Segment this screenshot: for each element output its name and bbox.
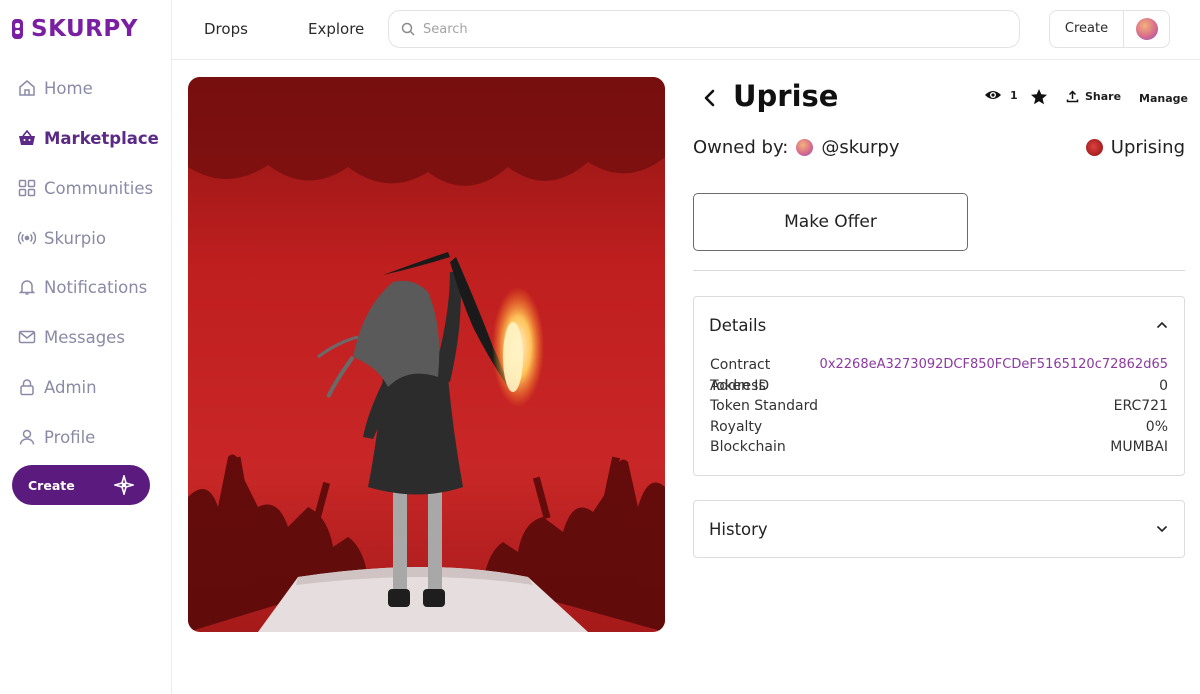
detail-row-token-standard: Token Standard ERC721 (694, 396, 1184, 417)
user-icon (19, 429, 35, 445)
top-actions: Create (1049, 10, 1170, 48)
sidebar-item-home[interactable]: Home (18, 75, 93, 101)
owner-avatar (796, 139, 814, 156)
sidebar-item-admin[interactable]: Admin (18, 374, 97, 400)
search-input[interactable] (423, 21, 983, 37)
sidebar-item-marketplace[interactable]: Marketplace (18, 125, 159, 151)
share-button[interactable]: Share (1066, 90, 1121, 103)
owned-by-label: Owned by: (693, 137, 789, 158)
owner-handle[interactable]: @skurpy (821, 137, 899, 158)
collection-avatar (1085, 139, 1103, 156)
detail-row-token-id: Token ID 0 (694, 376, 1184, 397)
detail-label: Token ID (710, 377, 770, 394)
sidebar-item-skurpio[interactable]: Skurpio (18, 225, 106, 251)
detail-row-contract: Contract Address 0x2268eA3273092DCF850FC… (694, 355, 1184, 394)
sidebar-item-profile[interactable]: Profile (18, 424, 95, 450)
detail-value: MUMBAI (1110, 439, 1168, 455)
sidebar-create-label: Create (28, 477, 75, 493)
detail-label: Contract Address (710, 357, 771, 394)
sidebar-item-messages[interactable]: Messages (18, 324, 125, 350)
sidebar-item-label: Profile (44, 427, 96, 447)
eye-icon (985, 91, 1001, 99)
nav-link-drops[interactable]: Drops (204, 20, 248, 38)
artwork-illustration (188, 77, 665, 632)
collection-link[interactable]: Uprising (1085, 137, 1185, 158)
view-count-value: 1 (1010, 88, 1018, 102)
detail-value: 0 (1159, 377, 1168, 394)
mail-icon (18, 330, 36, 344)
history-header[interactable]: History (694, 501, 1184, 557)
share-label: Share (1085, 90, 1122, 103)
favorite-star-icon[interactable] (1030, 88, 1048, 106)
brand-name: SKURPY (31, 16, 138, 42)
user-avatar[interactable] (1136, 18, 1158, 40)
sidebar-item-label: Communities (44, 178, 154, 198)
nav-link-explore[interactable]: Explore (308, 20, 364, 38)
topbar: Drops Explore Create (172, 0, 1200, 60)
sidebar-item-label: Messages (44, 327, 125, 347)
back-arrow-icon[interactable] (698, 86, 722, 110)
detail-label: Blockchain (710, 439, 786, 455)
chevron-down-icon (1156, 525, 1168, 533)
manage-button[interactable]: Manage (1139, 92, 1188, 105)
detail-value: 0% (1145, 418, 1168, 435)
top-create-button[interactable]: Create (1050, 11, 1124, 47)
make-offer-button[interactable]: Make Offer (693, 193, 968, 251)
detail-row-blockchain: Blockchain MUMBAI (694, 437, 1184, 458)
nft-title: Uprise (733, 79, 839, 113)
view-count: 1 (984, 88, 1018, 102)
sidebar-item-label: Notifications (44, 277, 148, 297)
bell-icon (18, 280, 36, 295)
logo[interactable]: SKURPY (10, 16, 138, 42)
detail-label: Royalty (710, 418, 763, 435)
collection-name: Uprising (1110, 137, 1185, 158)
sidebar-item-label: Home (44, 78, 93, 98)
home-icon (19, 80, 35, 96)
history-panel: History (693, 500, 1185, 558)
app-root: SKURPY Home Marketplace Communities Skur… (0, 0, 1200, 694)
compass-star-icon (114, 475, 134, 495)
details-panel: Details Contract Address 0x2268eA3273092… (693, 296, 1185, 476)
owner-row: Owned by: @skurpy (693, 137, 900, 158)
sidebar-item-label: Admin (44, 377, 97, 397)
lock-icon (20, 379, 34, 396)
sidebar-item-label: Marketplace (44, 128, 159, 148)
details-heading: Details (709, 315, 767, 335)
search-bar[interactable] (388, 10, 1020, 48)
sidebar-item-notifications[interactable]: Notifications (18, 274, 147, 300)
search-icon (401, 22, 415, 36)
broadcast-icon (18, 231, 36, 245)
history-heading: History (709, 519, 768, 539)
nft-artwork (188, 77, 665, 632)
skurpy-logo-icon (12, 19, 23, 39)
contract-address-link[interactable]: 0x2268eA3273092DCF850FCDeF5165120c72862d… (820, 355, 1168, 376)
detail-label: Token Standard (710, 398, 818, 414)
sidebar-create-button[interactable]: Create (12, 465, 150, 505)
grid-icon (18, 179, 36, 197)
sidebar-item-communities[interactable]: Communities (18, 175, 153, 201)
share-upload-icon (1066, 90, 1079, 103)
chevron-up-icon (1156, 321, 1168, 329)
shop-basket-icon (19, 129, 35, 145)
sidebar: SKURPY Home Marketplace Communities Skur… (0, 0, 172, 694)
details-body: Contract Address 0x2268eA3273092DCF850FC… (694, 353, 1184, 458)
divider (693, 270, 1185, 271)
details-header[interactable]: Details (694, 297, 1184, 353)
sidebar-item-label: Skurpio (44, 228, 106, 248)
detail-value: ERC721 (1113, 398, 1168, 414)
detail-row-royalty: Royalty 0% (694, 417, 1184, 438)
